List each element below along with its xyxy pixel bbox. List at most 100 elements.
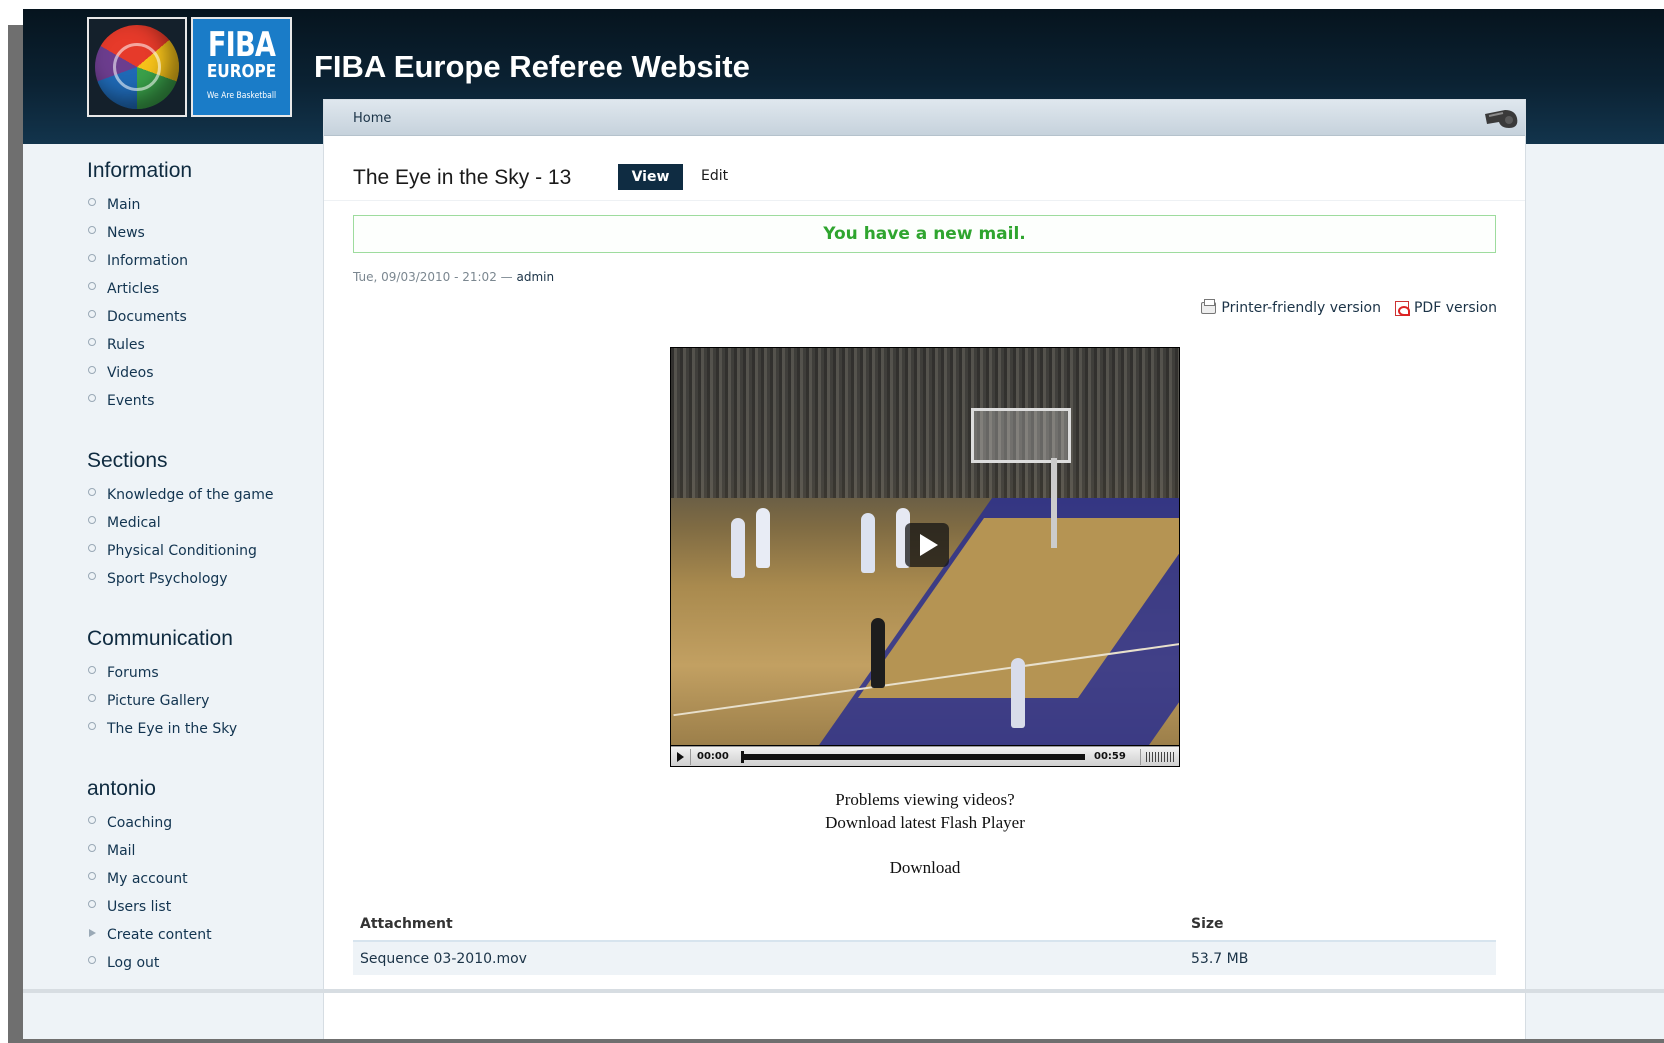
bullet-icon — [88, 488, 96, 496]
bullet-icon — [88, 226, 96, 234]
sidebar-item-log-out[interactable]: Log out — [87, 949, 317, 977]
sidebar-item-medical[interactable]: Medical — [87, 509, 317, 537]
block-title: Sections — [87, 449, 168, 472]
play-icon[interactable] — [677, 752, 684, 762]
site-title[interactable]: FIBA Europe Referee Website — [314, 49, 750, 85]
bullet-icon — [88, 198, 96, 206]
collapsed-arrow-icon — [89, 929, 96, 937]
video-help: Problems viewing videos? Download latest… — [670, 788, 1180, 879]
table-header-row: Attachment Size — [353, 907, 1496, 942]
sidebar-item-label: Main — [107, 197, 141, 213]
tab-view[interactable]: View — [618, 164, 683, 190]
meta-separator: — — [500, 270, 513, 284]
sidebar-item-mail[interactable]: Mail — [87, 837, 317, 865]
sidebar-item-events[interactable]: Events — [87, 387, 317, 415]
download-link[interactable]: Download — [670, 856, 1180, 879]
printer-icon — [1201, 299, 1217, 314]
sidebar-item-label: Information — [107, 253, 189, 269]
sidebar-item-knowledge[interactable]: Knowledge of the game — [87, 481, 317, 509]
play-overlay-icon[interactable] — [905, 523, 949, 567]
sidebar-item-label: Users list — [107, 899, 172, 915]
main-content: Home The Eye in the Sky - 13 View Edit Y… — [323, 99, 1526, 1039]
pdf-icon — [1394, 300, 1410, 316]
bullet-icon — [88, 516, 96, 524]
logo-line2: EUROPE — [206, 61, 277, 82]
sidebar-item-physical[interactable]: Physical Conditioning — [87, 537, 317, 565]
video-controls: 00:00 00:59 — [671, 746, 1179, 766]
sidebar-item-documents[interactable]: Documents — [87, 303, 317, 331]
bullet-icon — [88, 394, 96, 402]
sidebar-item-label: Videos — [107, 365, 154, 381]
sidebar-item-gallery[interactable]: Picture Gallery — [87, 687, 317, 715]
seek-bar[interactable] — [743, 754, 1085, 760]
bullet-icon — [88, 722, 96, 730]
sidebar-item-main[interactable]: Main — [87, 191, 317, 219]
duration: 00:59 — [1094, 751, 1126, 762]
sidebar-item-label: Picture Gallery — [107, 693, 210, 709]
sidebar-item-eye-in-sky[interactable]: The Eye in the Sky — [87, 715, 317, 743]
sidebar-item-users-list[interactable]: Users list — [87, 893, 317, 921]
post-date: Tue, 09/03/2010 - 21:02 — [353, 270, 497, 284]
current-time: 00:00 — [697, 751, 729, 762]
bullet-icon — [88, 282, 96, 290]
author-link[interactable]: admin — [517, 270, 555, 284]
sidebar-item-create-content[interactable]: Create content — [87, 921, 317, 949]
sidebar-item-label: News — [107, 225, 145, 241]
attachment-file-link[interactable]: Sequence 03-2010.mov — [353, 941, 1184, 975]
attachments-table: Attachment Size Sequence 03-2010.mov 53.… — [353, 907, 1496, 975]
logo-line1: FIBA — [207, 25, 276, 65]
sidebar-item-articles[interactable]: Articles — [87, 275, 317, 303]
sidebar-item-psychology[interactable]: Sport Psychology — [87, 565, 317, 593]
printer-friendly-link[interactable]: Printer-friendly version — [1221, 300, 1381, 316]
attachment-size: 53.7 MB — [1184, 941, 1496, 975]
sidebar-item-coaching[interactable]: Coaching — [87, 809, 317, 837]
sidebar-item-my-account[interactable]: My account — [87, 865, 317, 893]
sidebar-block-user: antonio Coaching Mail My account Users l… — [87, 777, 317, 977]
bullet-icon — [88, 816, 96, 824]
sidebar-block-communication: Communication Forums Picture Gallery The… — [87, 627, 317, 743]
basketball-logo-icon[interactable] — [87, 17, 187, 117]
sidebar-item-label: Coaching — [107, 815, 173, 831]
volume-icon[interactable] — [1146, 752, 1174, 762]
attachment-header: Attachment — [353, 907, 1184, 942]
bullet-icon — [88, 694, 96, 702]
bullet-icon — [88, 310, 96, 318]
bullet-icon — [88, 254, 96, 262]
bullet-icon — [88, 366, 96, 374]
bullet-icon — [88, 900, 96, 908]
sidebar-item-label: Sport Psychology — [107, 571, 228, 587]
seek-handle[interactable] — [741, 751, 744, 763]
sidebar-item-label: Log out — [107, 955, 160, 971]
sidebar-item-label: Articles — [107, 281, 160, 297]
sidebar-item-rules[interactable]: Rules — [87, 331, 317, 359]
problems-text: Problems viewing videos? — [835, 790, 1015, 809]
sidebar-item-label: The Eye in the Sky — [107, 721, 238, 737]
sidebar-item-label: Physical Conditioning — [107, 543, 257, 559]
print-links: Printer-friendly version PDF version — [1201, 299, 1497, 316]
sidebar-item-information[interactable]: Information — [87, 247, 317, 275]
sidebar-item-news[interactable]: News — [87, 219, 317, 247]
fiba-europe-logo[interactable]: FIBA EUROPE We Are Basketball — [191, 17, 292, 117]
sidebar-item-label: Rules — [107, 337, 145, 353]
sidebar-item-forums[interactable]: Forums — [87, 659, 317, 687]
page-header: The Eye in the Sky - 13 View Edit — [353, 156, 1503, 192]
page-title: The Eye in the Sky - 13 — [353, 166, 572, 189]
logo-tagline: We Are Basketball — [206, 91, 277, 101]
tab-edit[interactable]: Edit — [701, 168, 728, 184]
flash-player-link[interactable]: Download latest Flash Player — [825, 813, 1025, 832]
sidebar-block-information: Information Main News Information Articl… — [87, 159, 317, 415]
sidebar: Information Main News Information Articl… — [87, 159, 317, 1011]
video-player[interactable]: 00:00 00:59 — [670, 347, 1180, 767]
size-header: Size — [1184, 907, 1496, 942]
sidebar-item-label: Knowledge of the game — [107, 487, 274, 503]
sidebar-item-videos[interactable]: Videos — [87, 359, 317, 387]
bullet-icon — [88, 338, 96, 346]
sidebar-item-label: Create content — [107, 927, 212, 943]
divider — [324, 200, 1525, 201]
bullet-icon — [88, 572, 96, 580]
bullet-icon — [88, 666, 96, 674]
pdf-version-link[interactable]: PDF version — [1414, 300, 1497, 316]
breadcrumb-home-link[interactable]: Home — [353, 111, 391, 126]
bullet-icon — [88, 956, 96, 964]
bullet-icon — [88, 872, 96, 880]
